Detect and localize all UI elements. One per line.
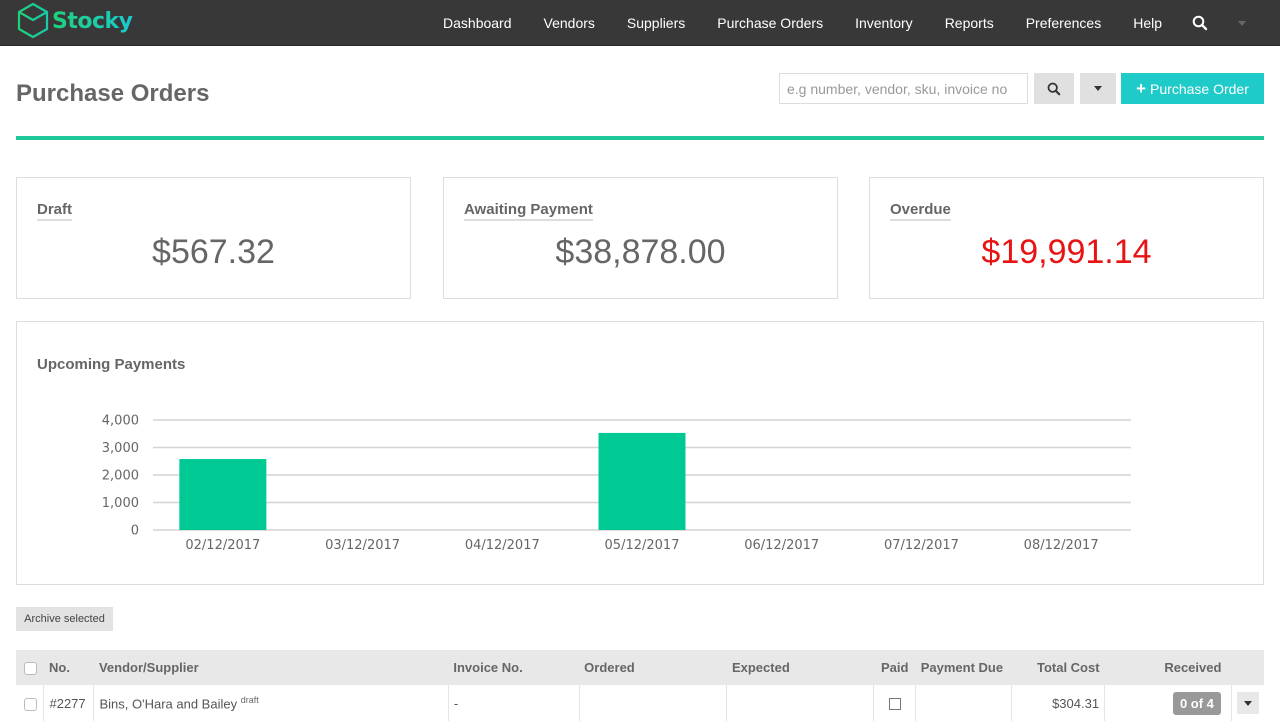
stat-card-awaiting-payment[interactable]: Awaiting Payment $38,878.00 [443,177,838,299]
app-name: Stocky [52,8,133,34]
col-ordered[interactable]: Ordered [579,650,727,685]
po-number[interactable]: #2277 [43,685,95,721]
bar-05-12-2017[interactable] [598,432,686,530]
x-tick-label: 04/12/2017 [465,538,540,553]
purchase-orders-table: No. Vendor/Supplier Invoice No. Ordered … [16,650,1264,721]
nav-suppliers[interactable]: Suppliers [627,15,685,31]
row-actions-dropdown[interactable] [1236,692,1259,714]
paid-cell [873,685,917,721]
top-navigation-bar: Stocky Dashboard Vendors Suppliers Purch… [0,0,1280,46]
nav-help[interactable]: Help [1133,15,1162,31]
stat-card-draft[interactable]: Draft $567.32 [16,177,411,299]
search-icon[interactable] [1192,15,1208,31]
stat-value: $19,991.14 [981,233,1152,271]
stat-card-overdue[interactable]: Overdue $19,991.14 [869,177,1264,299]
nav-dashboard[interactable]: Dashboard [443,15,512,31]
vendor-cell: Bins, O'Hara and Bailey draft [93,685,449,721]
stat-value: $38,878.00 [555,233,726,271]
nav-inventory[interactable]: Inventory [855,15,913,31]
col-invoice[interactable]: Invoice No. [448,650,579,685]
status-badge: draft [240,694,259,705]
y-tick-label: 2,000 [102,469,139,484]
x-tick-label: 07/12/2017 [884,538,959,553]
y-tick-label: 1,000 [102,496,139,511]
table-row[interactable]: #2277 Bins, O'Hara and Bailey draft - $3… [16,685,1264,721]
search-options-dropdown[interactable] [1080,73,1116,104]
nav-reports[interactable]: Reports [945,15,994,31]
search-input[interactable] [779,73,1028,104]
plus-icon: + [1136,78,1147,98]
box-logo-icon [17,2,49,39]
ordered-date [579,685,728,721]
nav-vendors[interactable]: Vendors [544,15,595,31]
header-divider [16,136,1264,140]
bar-02-12-2017[interactable] [179,459,267,530]
y-tick-label: 0 [131,524,139,539]
col-vendor[interactable]: Vendor/Supplier [94,650,448,685]
search-icon [1047,82,1061,95]
archive-selected-button[interactable]: Archive selected [16,607,113,631]
upcoming-payments-chart: 0 1,000 2,000 3,000 4,000 02/12/2017 03/12/201… [102,414,1131,553]
x-tick-label: 02/12/2017 [185,538,260,553]
col-payment-due[interactable]: Payment Due [916,650,1012,685]
upcoming-payments-panel: Upcoming Payments 0 1,000 2,000 3,000 4,000 0… [16,321,1264,585]
col-expected[interactable]: Expected [727,650,874,685]
stat-value: $567.32 [152,233,275,271]
col-number[interactable]: No. [44,650,94,685]
caret-down-icon [1094,86,1102,91]
y-tick-label: 3,000 [102,441,139,456]
select-all-cell [16,650,44,685]
row-actions-cell [1231,685,1264,721]
nav-preferences[interactable]: Preferences [1026,15,1101,31]
received-cell: 0 of 4 [1104,685,1232,721]
add-purchase-order-label: Purchase Order [1150,80,1249,97]
add-purchase-order-button[interactable]: + Purchase Order [1121,73,1264,104]
payment-due [915,685,1013,721]
stat-label[interactable]: Awaiting Payment [464,201,593,221]
vendor-name[interactable]: Bins, O'Hara and Bailey [99,696,237,711]
row-checkbox[interactable] [24,697,37,711]
stat-label[interactable]: Overdue [890,201,951,221]
invoice-number: - [448,685,580,721]
expected-date [726,685,875,721]
col-actions [1231,650,1264,685]
select-all-checkbox[interactable] [24,662,37,676]
stat-label[interactable]: Draft [37,201,73,221]
col-received[interactable]: Received [1105,650,1232,685]
paid-checkbox[interactable] [888,698,901,711]
nav-menu: Dashboard Vendors Suppliers Purchase Ord… [443,0,1280,46]
caret-down-icon [1243,700,1252,706]
x-tick-label: 06/12/2017 [744,538,819,553]
account-menu-caret-icon[interactable] [1238,20,1246,26]
stocky-logo[interactable]: Stocky [16,2,133,40]
total-cost: $304.31 [1011,685,1106,721]
row-select-cell [16,685,45,721]
nav-purchase-orders[interactable]: Purchase Orders [717,15,823,31]
page-title: Purchase Orders [16,80,210,107]
col-paid[interactable]: Paid [874,650,916,685]
y-tick-label: 4,000 [102,414,139,429]
x-tick-label: 08/12/2017 [1024,538,1099,553]
search-button[interactable] [1034,73,1074,104]
x-tick-label: 03/12/2017 [325,538,400,553]
received-badge[interactable]: 0 of 4 [1172,691,1221,715]
col-total-cost[interactable]: Total Cost [1012,650,1105,685]
table-header-row: No. Vendor/Supplier Invoice No. Ordered … [16,650,1264,685]
x-tick-label: 05/12/2017 [605,538,680,553]
